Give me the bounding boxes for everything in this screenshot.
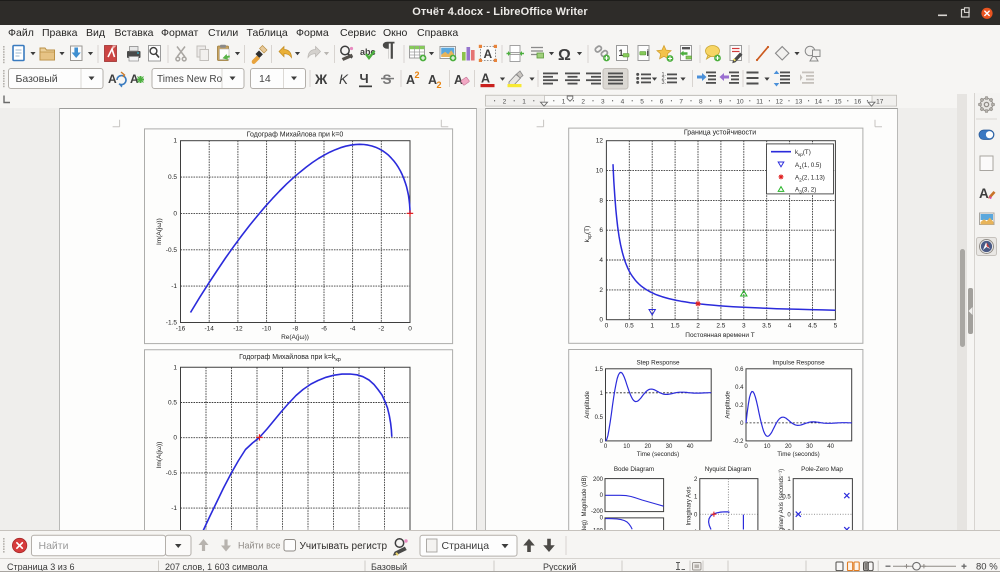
- svg-text:1: 1: [522, 98, 526, 105]
- svg-text:4: 4: [621, 98, 625, 105]
- svg-text:10: 10: [736, 98, 744, 105]
- svg-text:Страница: Страница: [442, 540, 490, 552]
- svg-text:9: 9: [719, 98, 723, 105]
- svg-text:12: 12: [776, 98, 784, 105]
- svg-text:13: 13: [795, 98, 803, 105]
- svg-text:Учитывать регистр: Учитывать регистр: [300, 541, 388, 552]
- svg-text:7: 7: [679, 98, 683, 105]
- svg-text:2: 2: [503, 98, 507, 105]
- svg-text:1: 1: [562, 98, 566, 105]
- svg-text:14: 14: [815, 98, 823, 105]
- svg-text:17: 17: [876, 98, 884, 105]
- svg-text:Найти все: Найти все: [238, 540, 280, 550]
- svg-text:3: 3: [601, 98, 605, 105]
- svg-text:11: 11: [756, 98, 763, 105]
- svg-text:5: 5: [640, 98, 644, 105]
- svg-text:16: 16: [854, 98, 862, 105]
- svg-text:2: 2: [581, 98, 585, 105]
- svg-text:6: 6: [660, 98, 664, 105]
- svg-text:Найти: Найти: [39, 540, 69, 552]
- svg-text:8: 8: [699, 98, 703, 105]
- svg-text:15: 15: [834, 98, 842, 105]
- svg-text:A: A: [979, 186, 989, 201]
